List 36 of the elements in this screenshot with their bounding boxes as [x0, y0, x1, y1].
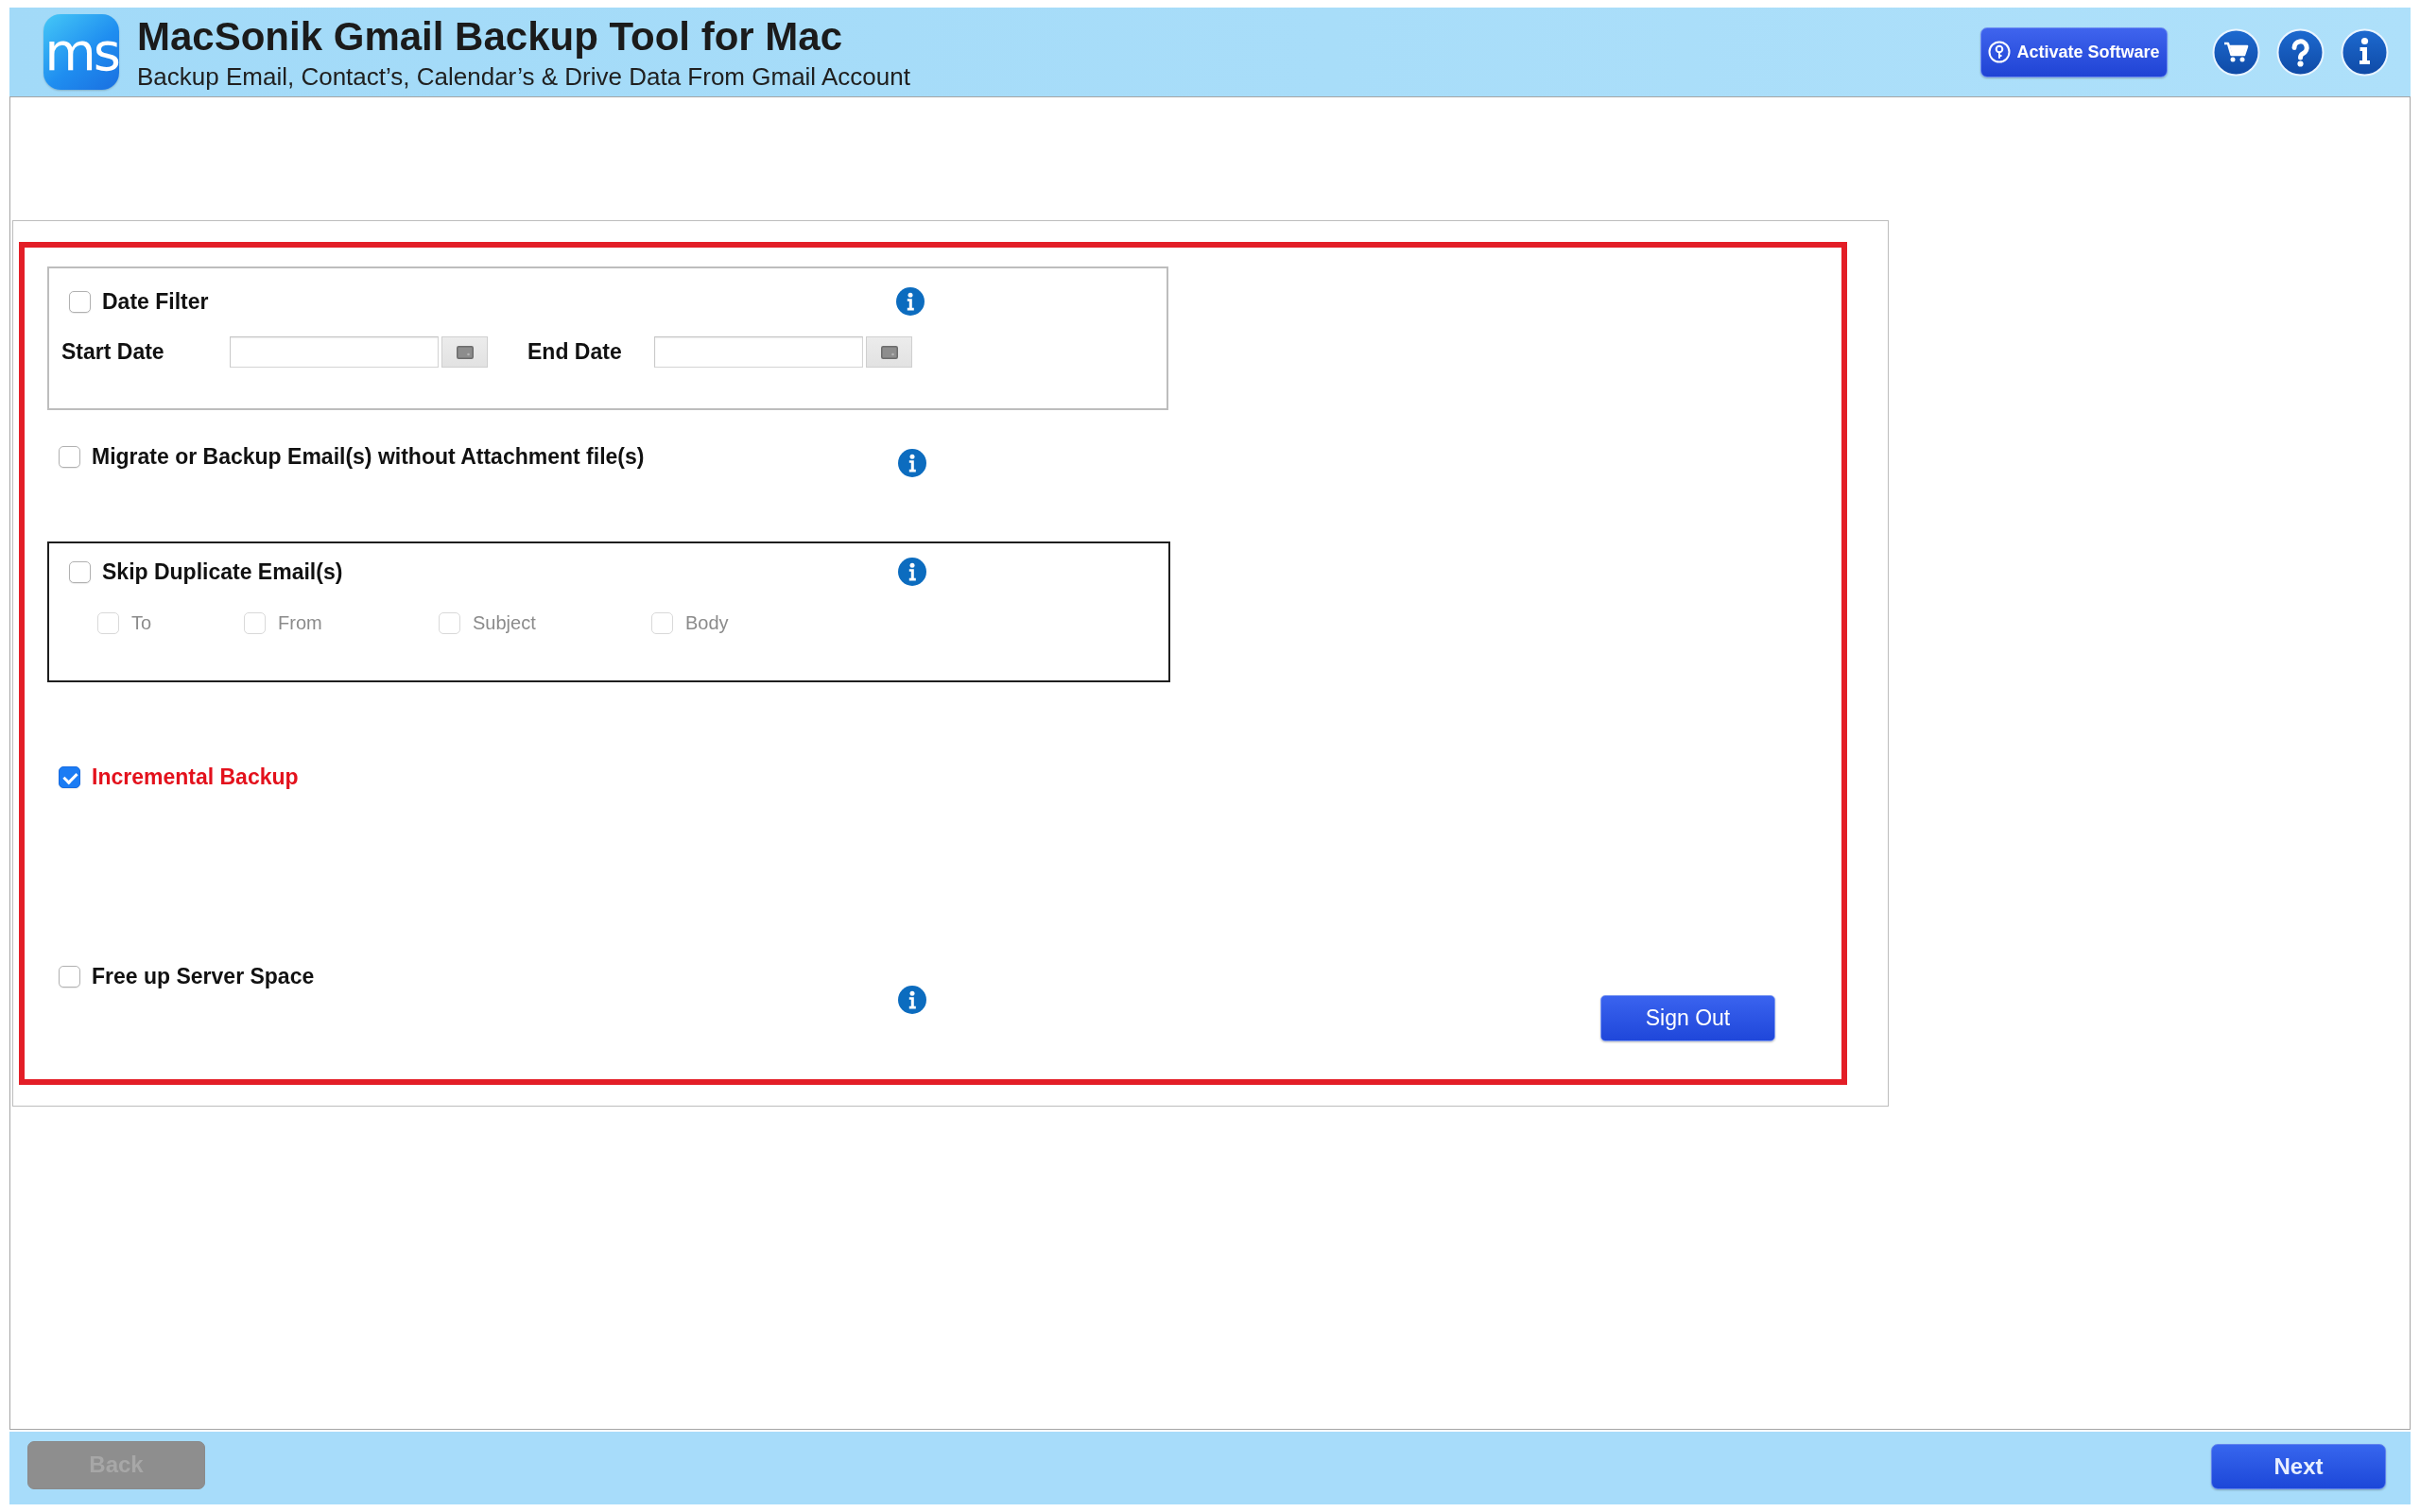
- checkbox[interactable]: [69, 560, 91, 583]
- cart-icon[interactable]: [2212, 27, 2260, 77]
- sign-out-button[interactable]: Sign Out: [1600, 995, 1775, 1041]
- app-subtitle: Backup Email, Contact’s, Calendar’s & Drive Data From Gmail Account: [137, 61, 910, 91]
- app-title: MacSonik Gmail Backup Tool for Mac: [137, 14, 844, 59]
- info-icon: [896, 287, 925, 316]
- info-icon: [898, 986, 926, 1014]
- rectangle-icon: [880, 345, 898, 359]
- option-label: Skip Duplicate Email(s): [102, 558, 343, 585]
- option-label: To: [131, 611, 152, 635]
- date-input[interactable]: [654, 336, 863, 368]
- activate-button[interactable]: Activate Software: [1980, 26, 2168, 77]
- rectangle-icon: [456, 345, 474, 359]
- option-label: Incremental Backup: [92, 765, 299, 790]
- option-label: Free up Server Space: [92, 964, 315, 989]
- date-input[interactable]: [230, 336, 439, 368]
- app-logo: ms: [43, 14, 119, 90]
- option-label: From: [278, 611, 322, 635]
- next-button[interactable]: Next: [2211, 1444, 2386, 1489]
- option-label: Body: [685, 611, 729, 635]
- field-label: End Date: [527, 339, 623, 365]
- date-picker-button[interactable]: [866, 336, 912, 368]
- checkbox[interactable]: [59, 966, 80, 988]
- key-icon: [1988, 41, 2012, 63]
- info-icon: [898, 558, 926, 586]
- checkbox[interactable]: [59, 446, 80, 468]
- field-label: Start Date: [61, 339, 165, 365]
- option-label: Date Filter: [102, 288, 209, 315]
- date-picker-button[interactable]: [441, 336, 488, 368]
- checkbox[interactable]: [69, 290, 91, 313]
- help-icon[interactable]: [2276, 27, 2325, 77]
- checkbox[interactable]: [59, 766, 80, 788]
- option-label: Subject: [473, 611, 536, 635]
- option-label: Migrate or Backup Email(s) without Attachment file(s): [92, 444, 645, 470]
- info-icon[interactable]: [2341, 27, 2389, 77]
- info-icon: [898, 449, 926, 477]
